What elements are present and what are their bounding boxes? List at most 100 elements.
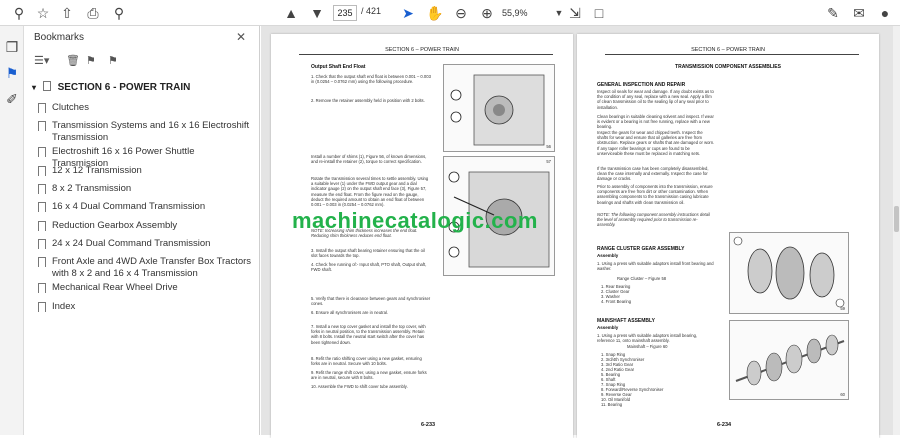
bookmark-item-icon: [38, 184, 46, 195]
range-cluster-figure: [733, 236, 845, 308]
figure-number: 56: [546, 143, 551, 149]
range-heading: RANGE CLUSTER GEAR ASSEMBLY: [597, 246, 685, 252]
bookmark-item[interactable]: 16 x 4 Dual Command Transmission: [38, 201, 252, 213]
step-text: 9. Refit the range shift cover, using a …: [311, 370, 427, 381]
step-text: 4. Check free running of:- Input shaft, …: [311, 262, 427, 273]
page-up-icon[interactable]: ▲: [282, 4, 300, 22]
inspection-text: Inspect oil seals for wear and damage. I…: [597, 89, 714, 110]
star-icon[interactable]: ☆: [34, 4, 52, 22]
range-step: 1. Using a press with suitable adaptors …: [597, 261, 714, 272]
expand-bookmark-icon[interactable]: ⚑: [108, 54, 118, 67]
bookmark-item-label: 24 x 24 Dual Command Transmission: [52, 238, 211, 249]
bookmark-item-label: Reduction Gearbox Assembly: [52, 220, 178, 231]
bookmark-item[interactable]: Reduction Gearbox Assembly: [38, 220, 252, 232]
page-left-heading: Output Shaft End Float: [311, 64, 366, 70]
document-viewer[interactable]: SECTION 6 – POWER TRAIN Output Shaft End…: [261, 26, 900, 438]
bookmark-section[interactable]: ▾ SECTION 6 - POWER TRAIN: [32, 81, 190, 93]
pages-icon[interactable]: ❐: [3, 38, 21, 56]
mainshaft-step: 1. Using a press with suitable adaptors …: [597, 333, 698, 344]
attachment-icon[interactable]: ✐: [3, 90, 21, 108]
inspection-text: Inspect the gears for wear and chipped t…: [597, 130, 715, 156]
bookmark-item-icon: [38, 257, 46, 268]
bookmark-item-icon: [38, 221, 46, 232]
page-right-title: TRANSMISSION COMPONENT ASSEMBLIES: [675, 64, 781, 70]
options-icon[interactable]: ☰▾: [34, 54, 49, 67]
print-icon[interactable]: ⎙: [84, 4, 102, 22]
bookmark-item-icon: [38, 302, 46, 313]
bookmark-item-label: 16 x 4 Dual Command Transmission: [52, 201, 206, 212]
page-number: 6-233: [421, 422, 436, 428]
toolbar: ⚲ ☆ ⇧ ⎙ ⚲ ▲ ▼ 235 / 421 ➤ ✋ ⊖ ⊕ 55,9% ▼ …: [0, 0, 900, 26]
search-icon[interactable]: ⚲: [10, 4, 28, 22]
page-left: SECTION 6 – POWER TRAIN Output Shaft End…: [271, 34, 573, 438]
bookmark-icon[interactable]: ⚑: [3, 64, 21, 82]
page-number: 6-234: [717, 422, 732, 428]
page-down-icon[interactable]: ▼: [308, 4, 326, 22]
step-text: 3. Install the output shaft bearing reta…: [311, 248, 425, 259]
zoom-search-icon[interactable]: ⚲: [110, 4, 128, 22]
assembly-subheading: Assembly: [597, 325, 619, 330]
account-icon[interactable]: ●: [876, 4, 894, 22]
caret-down-icon[interactable]: ▾: [32, 83, 36, 92]
zoom-out-icon[interactable]: ⊖: [452, 4, 470, 22]
page-right-section-header: SECTION 6 – POWER TRAIN: [691, 47, 765, 53]
header-rule: [605, 54, 859, 55]
bookmark-item[interactable]: 8 x 2 Transmission: [38, 183, 252, 195]
hand-icon[interactable]: ✋: [426, 4, 444, 22]
step-text: 6. Ensure all synchronisers are in neutr…: [311, 310, 389, 315]
step-text: 2. Remove the retainer assembly held in …: [311, 98, 425, 103]
step-text: Install a number of shims (1), Figure 56…: [311, 154, 427, 165]
delete-icon[interactable]: 🗑: [66, 54, 80, 67]
step-text: 5. Verify that there is clearance betwee…: [311, 296, 431, 307]
inspection-text: If the transmission case has been comple…: [597, 166, 709, 182]
bookmark-item[interactable]: Front Axle and 4WD Axle Transfer Box Tra…: [38, 256, 252, 280]
figure-number: 60: [840, 391, 845, 397]
close-icon[interactable]: ✕: [236, 30, 246, 44]
mainshaft-heading: MAINSHAFT ASSEMBLY: [597, 318, 655, 324]
bookmark-item-icon: [38, 202, 46, 213]
mainshaft-figure: [735, 334, 845, 386]
transmission-figure-56: [450, 74, 545, 146]
bookmark-item-label: Clutches: [52, 102, 89, 113]
step-text: 8. Refit the ratio shifting cover using …: [311, 356, 422, 367]
bookmark-item[interactable]: 12 x 12 Transmission: [38, 165, 252, 177]
watermark: machinecatalogic.com: [292, 208, 538, 233]
bookmark-item-icon: [38, 103, 46, 114]
bookmarks-panel: Bookmarks ✕ ☰▾ 🗑 ⚑ ⚑ ▾ SECTION 6 - POWER…: [24, 26, 260, 435]
mainshaft-caption: Mainshaft – Figure 60: [627, 344, 668, 349]
scrollbar-thumb[interactable]: [894, 206, 899, 232]
cursor-icon[interactable]: ➤: [399, 4, 417, 22]
upload-icon[interactable]: ⇧: [58, 4, 76, 22]
part-item: 11. Bearing: [601, 402, 623, 407]
new-bookmark-icon[interactable]: ⚑: [86, 54, 96, 67]
page-right: SECTION 6 – POWER TRAIN TRANSMISSION COM…: [577, 34, 879, 438]
fit-page-icon[interactable]: ⇲: [566, 4, 584, 22]
bookmark-item-label: Mechanical Rear Wheel Drive: [52, 282, 178, 293]
zoom-level[interactable]: 55,9%: [502, 5, 550, 21]
bookmark-item[interactable]: 24 x 24 Dual Command Transmission: [38, 238, 252, 250]
section-bookmark-icon: [42, 81, 51, 91]
assembly-subheading: Assembly: [597, 253, 619, 258]
bookmark-item[interactable]: Clutches: [38, 102, 252, 114]
bookmark-item-label: Index: [52, 301, 76, 312]
bookmark-item-icon: [38, 283, 46, 294]
comment-icon[interactable]: □: [590, 4, 608, 22]
bookmark-item-icon: [38, 166, 46, 177]
vertical-scrollbar[interactable]: [893, 26, 900, 435]
page-number-input[interactable]: 235: [333, 5, 357, 21]
pen-icon[interactable]: ✎: [824, 4, 842, 22]
zoom-in-icon[interactable]: ⊕: [478, 4, 496, 22]
note-text: NOTE: The following component assembly i…: [597, 212, 710, 228]
bookmark-item[interactable]: Transmission Systems and 16 x 16 Electro…: [38, 120, 252, 144]
mail-icon[interactable]: ✉: [850, 4, 868, 22]
step-text: 1. Check that the output shaft end float…: [311, 74, 431, 85]
step-text: 7. Install a new top cover gasket and in…: [311, 324, 426, 345]
bookmark-item-label: Transmission Systems and 16 x 16 Electro…: [52, 120, 250, 143]
bookmark-item[interactable]: Mechanical Rear Wheel Drive: [38, 282, 252, 294]
part-item: 4. Front Bearing: [601, 299, 632, 304]
figure-56: 56: [443, 64, 555, 152]
panel-title: Bookmarks: [34, 32, 85, 43]
bookmark-item[interactable]: Index: [38, 301, 252, 313]
inspection-text: Clean bearings in suitable cleaning solv…: [597, 114, 714, 130]
bookmark-item-icon: [38, 147, 46, 158]
